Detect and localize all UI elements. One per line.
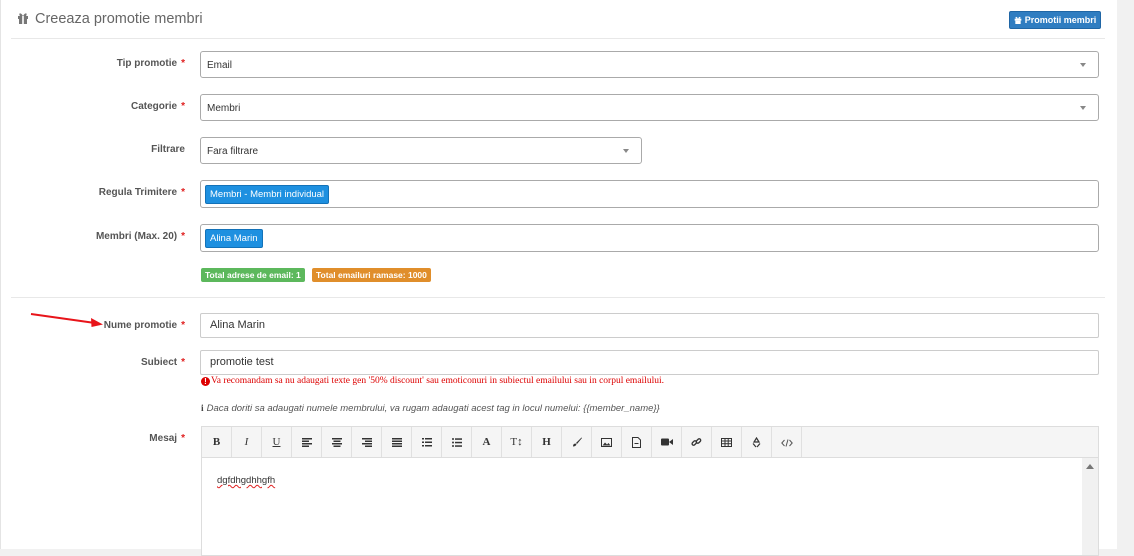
image-icon — [601, 437, 612, 447]
categorie-label: Categorie * — [130, 101, 185, 112]
subject-warning: ! Va recomandam sa nu adaugati texte gen … — [201, 376, 664, 386]
regula-trimitere-label: Regula Trimitere * — [98, 187, 185, 198]
exclamation-icon: ! — [201, 377, 210, 386]
filtrare-value: Fara filtrare — [207, 146, 259, 157]
membri-input[interactable]: Alina Marin — [200, 224, 1099, 252]
subiect-value: promotie test — [210, 356, 274, 368]
text-size-button[interactable]: T↕ — [502, 427, 532, 457]
heading-button[interactable]: H — [532, 427, 562, 457]
message-editor: B I U A T↕ H dgfdhgdhhgfh — [201, 426, 1099, 556]
code-view-button[interactable] — [772, 427, 802, 457]
gift-icon — [18, 13, 28, 24]
filtrare-label: Filtrare — [151, 144, 185, 155]
tip-promotie-value: Email — [207, 60, 233, 71]
main-panel: Creeaza promotie membri Promotii membri … — [0, 0, 1118, 556]
recycle-button[interactable] — [742, 427, 772, 457]
page-scrollbar[interactable] — [1117, 0, 1134, 549]
ordered-list-icon — [421, 437, 432, 447]
justify-icon — [391, 437, 402, 447]
gift-icon — [1014, 16, 1022, 24]
regula-trimitere-input[interactable]: Membri - Membri individual — [200, 180, 1099, 208]
total-emailuri-badge: Total emailuri ramase: 1000 — [312, 268, 431, 282]
page-title: Creeaza promotie membri — [35, 11, 203, 27]
chevron-down-icon — [1080, 106, 1086, 110]
total-adrese-badge: Total adrese de email: 1 — [201, 268, 305, 282]
code-icon — [780, 438, 793, 447]
member-name-info: i Daca doriti sa adaugati numele membrulu… — [201, 403, 660, 414]
underline-button[interactable]: U — [262, 427, 292, 457]
table-icon — [721, 437, 732, 447]
promotii-membri-button[interactable]: Promotii membri — [1009, 11, 1101, 29]
mesaj-label: Mesaj * — [149, 433, 185, 444]
file-button[interactable] — [622, 427, 652, 457]
align-left-icon — [301, 437, 312, 447]
file-icon — [632, 436, 641, 448]
membru-tag[interactable]: Alina Marin — [205, 229, 263, 248]
tip-promotie-label: Tip promotie * — [116, 58, 185, 69]
divider — [11, 38, 1105, 39]
image-button[interactable] — [592, 427, 622, 457]
font-button[interactable]: A — [472, 427, 502, 457]
editor-toolbar: B I U A T↕ H — [202, 427, 1098, 458]
link-button[interactable] — [682, 427, 712, 457]
italic-button[interactable]: I — [232, 427, 262, 457]
justify-button[interactable] — [382, 427, 412, 457]
page-header: Creeaza promotie membri Promotii membri — [1, 0, 1118, 38]
bold-button[interactable]: B — [202, 427, 232, 457]
video-icon — [660, 438, 673, 446]
chevron-down-icon — [1080, 63, 1086, 67]
subiect-input[interactable]: promotie test — [200, 350, 1099, 375]
divider — [11, 297, 1105, 298]
nume-promotie-value: Alina Marin — [210, 319, 266, 331]
recycle-icon — [752, 436, 761, 447]
categorie-select[interactable]: Membri — [200, 94, 1099, 121]
regula-tag[interactable]: Membri - Membri individual — [205, 185, 330, 204]
categorie-value: Membri — [207, 103, 241, 114]
editor-content[interactable]: dgfdhgdhhgfh — [217, 475, 275, 486]
info-icon: i — [201, 404, 204, 414]
brush-button[interactable] — [562, 427, 592, 457]
filtrare-select[interactable]: Fara filtrare — [200, 137, 642, 164]
membri-label: Membri (Max. 20) * — [95, 231, 185, 242]
editor-scrollbar[interactable] — [1082, 458, 1098, 555]
table-button[interactable] — [712, 427, 742, 457]
align-center-button[interactable] — [322, 427, 352, 457]
tip-promotie-select[interactable]: Email — [200, 51, 1099, 78]
brush-icon — [572, 437, 582, 447]
unordered-list-icon — [451, 437, 462, 447]
align-right-icon — [361, 437, 372, 447]
video-button[interactable] — [652, 427, 682, 457]
subiect-label: Subiect * — [140, 357, 185, 368]
chevron-down-icon — [623, 149, 629, 153]
nume-promotie-input[interactable]: Alina Marin — [200, 313, 1099, 338]
align-right-button[interactable] — [352, 427, 382, 457]
promo-button-label: Promotii membri — [1024, 15, 1097, 25]
scroll-up-icon[interactable] — [1086, 464, 1094, 469]
align-center-icon — [331, 437, 342, 447]
align-left-button[interactable] — [292, 427, 322, 457]
ordered-list-button[interactable] — [412, 427, 442, 457]
nume-promotie-label: Nume promotie * — [103, 320, 185, 331]
link-icon — [691, 437, 702, 446]
unordered-list-button[interactable] — [442, 427, 472, 457]
